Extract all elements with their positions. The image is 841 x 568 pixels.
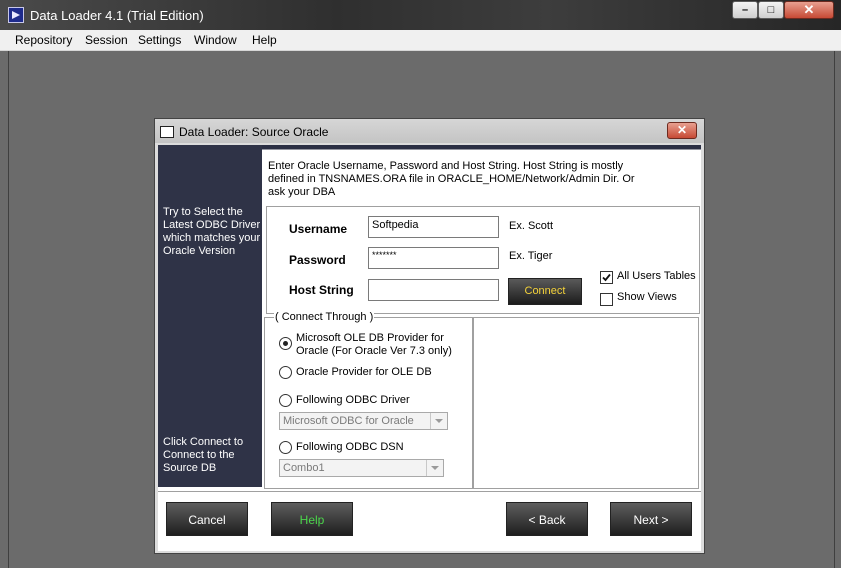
odbc-dsn-select[interactable]: Combo1 — [279, 459, 444, 477]
dialog-footer: Cancel Help < Back Next > — [158, 491, 701, 551]
options-panel — [472, 317, 699, 489]
show-views-label: Show Views — [617, 291, 677, 303]
side-tip-bottom: Click Connect to Connect to the Source D… — [163, 436, 244, 474]
next-label: Next > — [633, 513, 669, 527]
radio-odbc-dsn[interactable] — [279, 441, 292, 454]
help-label: Help — [299, 513, 325, 527]
host-string-label: Host String — [289, 283, 354, 297]
connect-label: Connect — [524, 285, 566, 297]
radio-odbc-driver-label: Following ODBC Driver — [296, 394, 410, 406]
side-tip-top: Try to Select the Latest ODBC Driver whi… — [163, 206, 261, 257]
radio-oracle-oledb[interactable] — [279, 366, 292, 379]
username-label: Username — [289, 222, 348, 236]
host-string-field[interactable] — [368, 279, 499, 301]
maximize-icon: □ — [767, 4, 775, 16]
radio-selected-dot — [283, 341, 288, 346]
connect-through-group: ( Connect Through ) Microsoft OLE DB Pro… — [264, 311, 474, 489]
back-button[interactable]: < Back — [506, 502, 588, 536]
radio-odbc-driver[interactable] — [279, 394, 292, 407]
dialog-close-button[interactable]: ✕ — [667, 122, 697, 139]
radio-ms-oledb-label: Microsoft OLE DB Provider for Oracle (Fo… — [296, 332, 452, 357]
menu-window[interactable]: Window — [194, 33, 237, 47]
username-field[interactable]: Softpedia — [368, 216, 499, 238]
dialog-body: Try to Select the Latest ODBC Driver whi… — [158, 145, 701, 551]
source-oracle-dialog: Data Loader: Source Oracle ✕ Try to Sele… — [154, 118, 705, 554]
checkmark-icon — [602, 273, 611, 282]
radio-ms-oledb[interactable] — [279, 337, 292, 350]
close-icon: ✕ — [676, 123, 688, 137]
credentials-panel: Username Softpedia Ex. Scott Password **… — [266, 206, 700, 314]
password-hint: Ex. Tiger — [509, 250, 553, 262]
cancel-label: Cancel — [188, 513, 226, 527]
radio-oracle-oledb-label: Oracle Provider for OLE DB — [296, 366, 432, 378]
minimize-icon: – — [741, 4, 749, 16]
connect-through-legend: ( Connect Through ) — [274, 311, 375, 323]
chevron-down-icon — [426, 460, 443, 476]
menu-repository[interactable]: Repository — [15, 33, 72, 47]
odbc-driver-select[interactable]: Microsoft ODBC for Oracle — [279, 412, 448, 430]
menu-session[interactable]: Session — [85, 33, 128, 47]
username-hint: Ex. Scott — [509, 220, 554, 232]
maximize-button[interactable]: □ — [758, 1, 784, 19]
radio-odbc-dsn-label: Following ODBC DSN — [296, 441, 404, 453]
all-users-tables-checkbox[interactable] — [600, 271, 613, 284]
all-users-tables-label: All Users Tables — [617, 270, 696, 282]
dialog-title: Data Loader: Source Oracle — [179, 125, 329, 139]
app-logo-icon — [8, 7, 24, 23]
password-label: Password — [289, 253, 346, 267]
password-field[interactable]: ******* — [368, 247, 499, 269]
menu-bar: Repository Session Settings Window Help — [0, 30, 841, 51]
chevron-down-icon — [430, 413, 447, 429]
instructions-text: Enter Oracle Username, Password and Host… — [268, 160, 635, 198]
menu-settings[interactable]: Settings — [138, 33, 181, 47]
cancel-button[interactable]: Cancel — [166, 502, 248, 536]
window-titlebar: Data Loader 4.1 (Trial Edition) – □ ✕ — [0, 0, 841, 30]
odbc-driver-value: Microsoft ODBC for Oracle — [283, 415, 414, 427]
window-title: Data Loader 4.1 (Trial Edition) — [30, 8, 204, 23]
show-views-checkbox[interactable] — [600, 293, 613, 306]
menu-help[interactable]: Help — [252, 33, 277, 47]
close-icon: ✕ — [803, 2, 815, 17]
back-label: < Back — [528, 513, 566, 527]
close-button[interactable]: ✕ — [784, 1, 834, 19]
help-button[interactable]: Help — [271, 502, 353, 536]
dialog-window-icon — [160, 126, 174, 138]
side-panel: Try to Select the Latest ODBC Driver whi… — [158, 145, 262, 487]
next-button[interactable]: Next > — [610, 502, 692, 536]
dialog-titlebar: Data Loader: Source Oracle ✕ — [155, 119, 704, 143]
minimize-button[interactable]: – — [732, 1, 758, 19]
odbc-dsn-value: Combo1 — [283, 462, 325, 474]
connect-button[interactable]: Connect — [508, 278, 582, 305]
